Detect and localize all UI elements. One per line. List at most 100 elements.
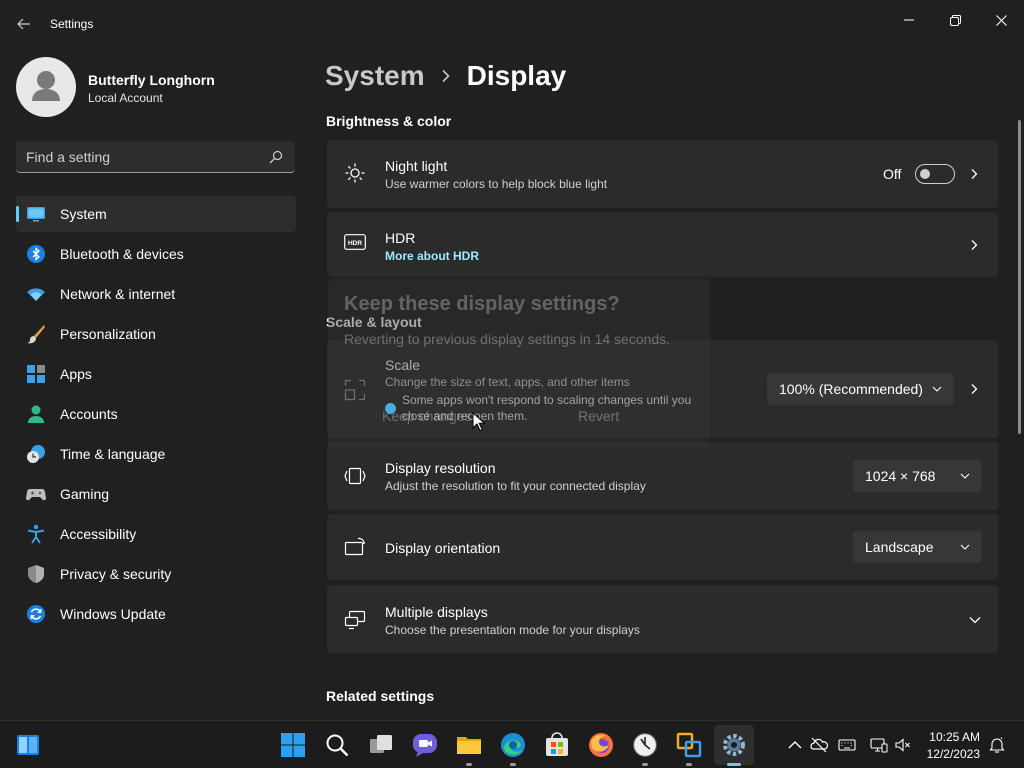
running-indicator <box>642 763 648 766</box>
back-arrow-icon <box>17 18 30 30</box>
shield-icon <box>28 565 44 583</box>
active-indicator <box>727 763 741 766</box>
chevron-right-icon[interactable] <box>968 383 980 395</box>
chat-icon[interactable] <box>412 732 438 758</box>
hdr-icon: HDR <box>344 234 366 250</box>
resolution-dropdown[interactable]: 1024 × 768 <box>853 460 982 492</box>
sidebar-item-label: Network & internet <box>60 286 176 302</box>
network-icon[interactable] <box>870 736 888 754</box>
gamepad-icon <box>26 489 46 501</box>
chevron-up-icon[interactable] <box>786 736 804 754</box>
sidebar-item-label: Accounts <box>60 406 118 422</box>
search-input[interactable] <box>26 141 266 172</box>
accessibility-icon <box>27 524 45 544</box>
close-icon <box>995 14 1007 26</box>
search-icon[interactable] <box>269 150 283 164</box>
profile-account-type: Local Account <box>88 91 163 105</box>
scale-dropdown[interactable]: 100% (Recommended) <box>767 373 954 405</box>
maximize-button[interactable] <box>932 4 978 36</box>
system-monitor-icon <box>27 207 45 222</box>
night-light-icon <box>345 163 365 183</box>
sidebar-item-personalization[interactable]: Personalization <box>16 316 296 352</box>
sidebar-item-accounts[interactable]: Accounts <box>16 396 296 432</box>
display-resolution-card[interactable]: Display resolution Adjust the resolution… <box>327 442 998 510</box>
orientation-dropdown[interactable]: Landscape <box>853 531 982 563</box>
task-view-icon[interactable] <box>368 732 394 758</box>
display-orientation-card[interactable]: Display orientation Landscape <box>327 514 998 580</box>
sidebar-item-accessibility[interactable]: Accessibility <box>16 516 296 552</box>
chevron-right-icon <box>442 69 450 83</box>
content-scrollbar[interactable] <box>1018 120 1021 434</box>
dialog-title: Keep these display settings? <box>344 293 620 315</box>
multiple-displays-subtitle: Choose the presentation mode for your di… <box>385 623 640 637</box>
sidebar-item-label: Personalization <box>60 326 156 342</box>
volume-mute-icon[interactable] <box>894 736 912 754</box>
sidebar-item-network[interactable]: Network & internet <box>16 276 296 312</box>
update-icon <box>27 605 45 623</box>
info-icon <box>385 403 396 414</box>
sidebar-item-label: Accessibility <box>60 526 137 542</box>
user-profile[interactable]: Butterfly Longhorn Local Account <box>16 57 296 117</box>
resolution-dropdown-value: 1024 × 768 <box>865 468 936 484</box>
sidebar-item-bluetooth[interactable]: Bluetooth & devices <box>16 236 296 272</box>
sidebar-item-label: Bluetooth & devices <box>60 246 184 262</box>
chevron-right-icon[interactable] <box>968 168 980 180</box>
taskbar-time[interactable]: 10:25 AM <box>924 730 980 744</box>
breadcrumb-parent[interactable]: System <box>325 60 425 92</box>
search-box[interactable] <box>16 141 295 173</box>
orientation-dropdown-value: Landscape <box>865 539 934 555</box>
vmware-icon[interactable] <box>676 732 702 758</box>
desktop-widget-icon[interactable] <box>15 732 41 758</box>
close-button[interactable] <box>978 4 1024 36</box>
settings-gear-icon[interactable] <box>721 732 747 758</box>
edge-icon[interactable] <box>500 732 526 758</box>
sidebar-item-windows-update[interactable]: Windows Update <box>16 596 296 632</box>
store-icon[interactable] <box>544 732 570 758</box>
resolution-icon <box>344 467 366 485</box>
hdr-link[interactable]: More about HDR <box>385 249 479 263</box>
breadcrumb: System Display <box>325 58 566 94</box>
display-resolution-title: Display resolution <box>385 460 496 476</box>
start-icon[interactable] <box>280 732 306 758</box>
night-light-toggle[interactable] <box>915 164 955 184</box>
sidebar-item-gaming[interactable]: Gaming <box>16 476 296 512</box>
sidebar-item-system[interactable]: System <box>16 196 296 232</box>
file-explorer-icon[interactable] <box>456 732 482 758</box>
running-indicator <box>466 763 472 766</box>
sidebar-item-time-language[interactable]: Time & language <box>16 436 296 472</box>
display-resolution-subtitle: Adjust the resolution to fit your connec… <box>385 479 646 493</box>
minimize-button[interactable] <box>886 4 932 36</box>
user-avatar-icon <box>32 71 60 101</box>
clock-globe-icon <box>27 445 45 463</box>
hdr-card[interactable]: HDR HDR More about HDR <box>327 212 998 277</box>
taskbar: 10:25 AM 12/2/2023 <box>0 720 1024 768</box>
sidebar-item-apps[interactable]: Apps <box>16 356 296 392</box>
sidebar-item-privacy[interactable]: Privacy & security <box>16 556 296 592</box>
keyboard-icon[interactable] <box>838 736 856 754</box>
multiple-displays-icon <box>344 610 366 630</box>
window-title: Settings <box>50 17 94 31</box>
toggle-knob <box>920 169 930 179</box>
back-button[interactable] <box>10 12 38 36</box>
onedrive-icon[interactable] <box>810 736 828 754</box>
page-title: Display <box>466 60 567 91</box>
accounts-icon <box>28 405 44 423</box>
firefox-icon[interactable] <box>588 732 614 758</box>
sidebar-item-label: Apps <box>60 366 92 382</box>
bluetooth-icon <box>27 245 45 263</box>
multiple-displays-card[interactable]: Multiple displays Choose the presentatio… <box>327 585 998 653</box>
taskbar-date[interactable]: 12/2/2023 <box>918 747 980 761</box>
running-indicator <box>686 763 692 766</box>
mouse-cursor-icon <box>472 412 486 432</box>
chevron-right-icon[interactable] <box>968 239 980 251</box>
orientation-icon <box>344 537 365 556</box>
chevron-down-icon <box>960 473 970 479</box>
night-light-card[interactable]: Night light Use warmer colors to help bl… <box>327 140 998 208</box>
sidebar-item-label: Windows Update <box>60 606 166 622</box>
chevron-down-icon[interactable] <box>968 613 982 627</box>
scale-dropdown-value: 100% (Recommended) <box>779 381 923 397</box>
notification-bell-icon[interactable] <box>988 736 1006 754</box>
clock-app-icon[interactable] <box>632 732 658 758</box>
search-icon[interactable] <box>324 732 350 758</box>
display-orientation-title: Display orientation <box>385 540 501 556</box>
